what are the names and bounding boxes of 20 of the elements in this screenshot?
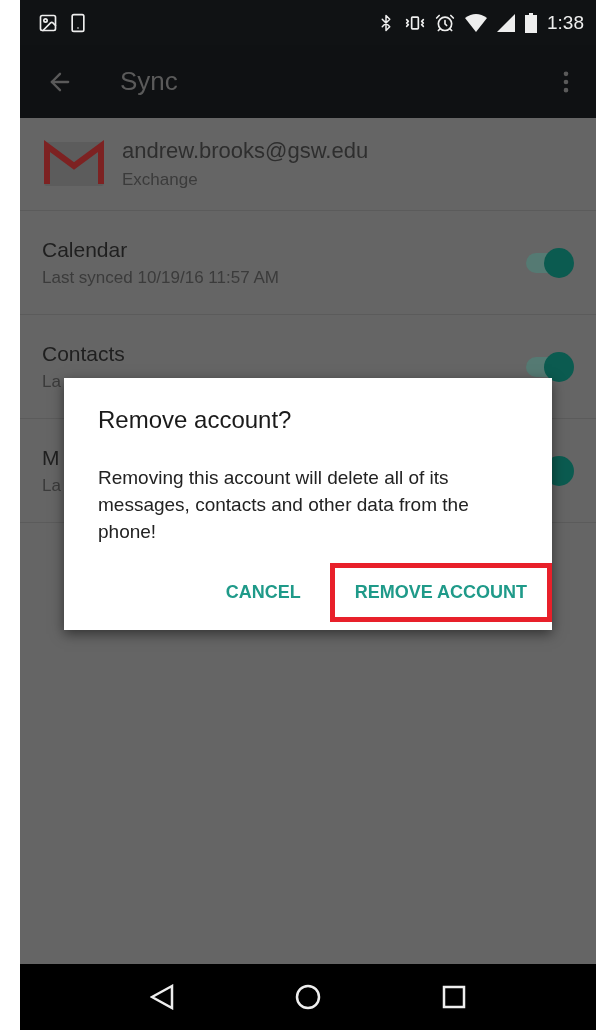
status-time: 1:38 <box>547 11 584 34</box>
back-nav-icon[interactable] <box>150 984 175 1010</box>
mail-logo-icon <box>42 140 106 188</box>
battery-icon <box>525 12 537 33</box>
signal-icon <box>497 13 515 32</box>
image-icon <box>38 12 58 33</box>
toolbar-title: Sync <box>120 66 179 97</box>
dialog-button[interactable]: REMOVE ACCOUNT <box>329 563 552 622</box>
wifi-icon <box>465 13 487 32</box>
sync-item-title: Contacts <box>42 341 125 366</box>
dialog-title: Remove account? <box>98 406 293 434</box>
dialog-message: Removing this account will delete all of its messages, contacts and other data from the phone! <box>98 466 470 544</box>
account-email: andrew.brooks@gsw.edu <box>122 138 369 164</box>
dialog-button[interactable]: CANCEL <box>200 563 326 622</box>
alarm-icon <box>435 12 455 33</box>
home-nav-icon[interactable] <box>295 984 321 1010</box>
sync-item-title: M <box>42 445 60 470</box>
phone-icon <box>68 12 88 33</box>
recents-nav-icon[interactable] <box>441 985 466 1009</box>
sync-item-title: Calendar <box>42 237 128 262</box>
